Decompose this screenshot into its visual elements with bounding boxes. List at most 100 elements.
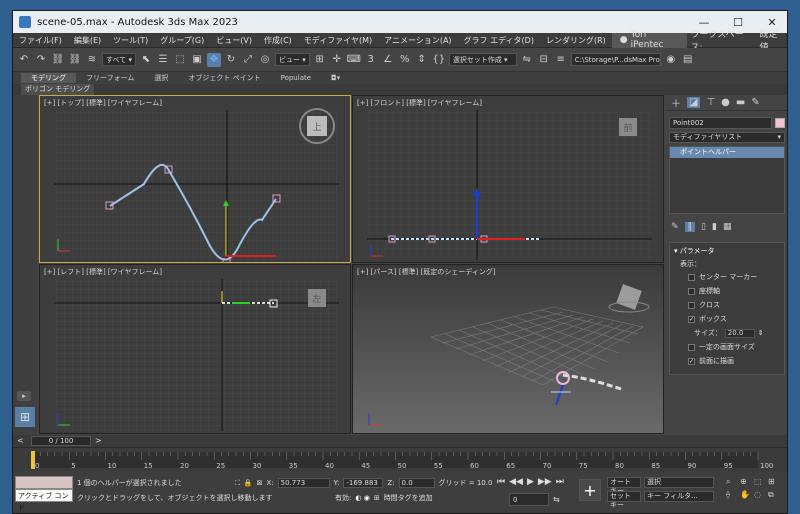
maximize-viewport-icon[interactable]: ⧉ <box>768 490 779 500</box>
tab-modeling[interactable]: モデリング <box>21 73 76 83</box>
spinner-snap-icon[interactable]: ⇕ <box>415 53 429 67</box>
menu-create[interactable]: 作成(C) <box>258 35 298 46</box>
maxscript-output[interactable] <box>15 476 73 489</box>
absolute-mode-icon[interactable]: ⊠ <box>257 479 263 487</box>
select-by-name-icon[interactable]: ☰ <box>156 53 170 67</box>
keyboard-shortcut-icon[interactable]: ⌨ <box>347 53 361 67</box>
set-key-button[interactable]: セット キー <box>607 491 641 509</box>
tab-populate[interactable]: Populate <box>271 74 321 82</box>
viewport-front-label[interactable]: [+] [フロント] [標準] [ワイヤフレーム] <box>357 98 482 108</box>
rect-select-icon[interactable]: ⬚ <box>173 53 187 67</box>
menu-file[interactable]: ファイル(F) <box>13 35 68 46</box>
track-bar[interactable]: 0 5 10 15 20 25 30 35 40 45 50 55 60 65 70 75 80 85 90 95 10… <box>13 447 787 471</box>
selection-filter-dropdown[interactable]: すべて ▾ <box>102 53 136 66</box>
manipulate-icon[interactable]: ✛ <box>330 53 344 67</box>
menu-animation[interactable]: アニメーション(A) <box>378 35 457 46</box>
command-line[interactable]: アクティブ コンド <box>15 489 73 512</box>
modifier-list-dropdown[interactable]: モディファイヤリスト ▾ <box>669 132 785 143</box>
x-coordinate-field[interactable]: 50.773 <box>277 478 330 488</box>
viewport-perspective-label[interactable]: [+] [パース] [標準] [既定のシェーディング] <box>357 267 496 277</box>
go-to-start-icon[interactable]: ⏮ <box>497 477 505 487</box>
go-to-end-icon[interactable]: ⏭ <box>556 477 564 487</box>
key-mode-icon[interactable]: ⇆ <box>553 495 560 504</box>
center-marker-checkbox[interactable]: センター マーカー <box>688 272 780 282</box>
object-name-field[interactable]: Point002 <box>669 117 772 129</box>
user-account[interactable]: ● Tori iPentec <box>611 30 687 50</box>
pin-stack-icon[interactable]: ✎ <box>671 222 679 232</box>
show-end-result-icon[interactable]: ‖ <box>684 222 696 232</box>
rotate-icon[interactable]: ↻ <box>224 53 238 67</box>
draw-on-top-checkbox[interactable]: ✓ 前面に描画 <box>688 356 780 366</box>
auto-key-button[interactable]: オート キー <box>607 477 641 495</box>
tab-object-paint[interactable]: オブジェクト ペイント <box>178 73 270 83</box>
stack-item-point-helper[interactable]: ポイントヘルパー <box>670 147 784 158</box>
mirror-icon[interactable]: ⇋ <box>520 53 534 67</box>
viewcube-top[interactable]: 上 <box>312 122 321 133</box>
reference-coord-dropdown[interactable]: ビュー ▾ <box>274 53 310 66</box>
make-unique-icon[interactable]: ▯ <box>701 222 706 232</box>
snap-3d-icon[interactable]: 3 <box>364 53 378 67</box>
viewport-perspective[interactable]: [+] [パース] [標準] [既定のシェーディング] <box>352 264 664 434</box>
zoom-all-icon[interactable]: ⊕ <box>740 477 751 487</box>
fov-icon[interactable]: ⟠ <box>726 490 737 500</box>
next-frame-icon[interactable]: > <box>95 436 102 445</box>
axis-tripod-checkbox[interactable]: 座標軸 <box>688 286 780 296</box>
menu-group[interactable]: グループ(G) <box>154 35 210 46</box>
display-tab-icon[interactable]: ▬ <box>736 97 745 108</box>
y-coordinate-field[interactable]: -169.883 <box>343 478 384 488</box>
viewport-top[interactable]: [+] [トップ] [標準] [ワイヤフレーム] 上 <box>39 95 351 263</box>
modify-tab-icon[interactable]: ◪ <box>687 97 701 108</box>
selection-set-dropdown[interactable]: 選択 <box>644 477 714 488</box>
pivot-icon[interactable]: ⊞ <box>313 53 327 67</box>
window-crossing-icon[interactable]: ▣ <box>190 53 204 67</box>
scale-icon[interactable]: ⤢ <box>241 53 255 67</box>
key-filters-button[interactable]: キー フィルタ... <box>644 491 714 502</box>
ribbon-options-icon[interactable]: ◘▾ <box>321 74 350 82</box>
current-frame-marker[interactable] <box>31 451 35 469</box>
time-tag-icon[interactable]: ⊞ <box>374 494 380 502</box>
create-tab-icon[interactable]: ＋ <box>671 95 681 110</box>
viewport-front[interactable]: [+] [フロント] [標準] [ワイヤフレーム] 前 <box>352 95 664 263</box>
named-selection-set-dropdown[interactable]: 選択セット作成 ▾ <box>448 53 517 66</box>
menu-edit[interactable]: 編集(E) <box>68 35 107 46</box>
menu-rendering[interactable]: レンダリング(R) <box>540 35 612 46</box>
zoom-icon[interactable]: ⌕ <box>726 477 737 487</box>
lock-icon[interactable]: 🔒 <box>244 479 253 487</box>
material-editor-icon[interactable]: ◉ <box>664 53 678 67</box>
next-key-icon[interactable]: ▶▶ <box>538 477 552 487</box>
viewport-left[interactable]: [+] [レフト] [標準] [ワイヤフレーム] 左 <box>39 264 351 434</box>
spinner-icon[interactable]: ⇕ <box>758 329 764 337</box>
percent-snap-icon[interactable]: % <box>398 53 412 67</box>
orbit-icon[interactable]: ◌ <box>754 490 765 500</box>
box-checkbox[interactable]: ✓ ボックス <box>688 314 780 324</box>
menu-graph-editors[interactable]: グラフ エディタ(D) <box>458 35 540 46</box>
object-color-swatch[interactable] <box>775 118 785 128</box>
align-icon[interactable]: ⊟ <box>537 53 551 67</box>
viewport-top-label[interactable]: [+] [トップ] [標準] [ワイヤフレーム] <box>44 98 162 108</box>
hierarchy-tab-icon[interactable]: ⊤ <box>706 97 715 108</box>
enable-toggle-icon[interactable]: ◐ ◉ <box>355 494 369 502</box>
link-icon[interactable]: ⛓ <box>51 53 65 67</box>
z-coordinate-field[interactable]: 0.0 <box>398 478 435 488</box>
configure-sets-icon[interactable]: ▦ <box>723 222 732 232</box>
layer-icon[interactable]: ≡ <box>554 53 568 67</box>
tab-freeform[interactable]: フリーフォーム <box>76 73 144 83</box>
edit-named-sets-icon[interactable]: {} <box>432 53 446 67</box>
time-slider[interactable]: 0 / 100 <box>31 436 91 446</box>
remove-modifier-icon[interactable]: ▮ <box>712 222 717 232</box>
prev-key-icon[interactable]: ◀◀ <box>509 477 523 487</box>
pan-icon[interactable]: ✋ <box>740 490 751 500</box>
menu-view[interactable]: ビュー(V) <box>210 35 258 46</box>
menu-tools[interactable]: ツール(T) <box>107 35 154 46</box>
motion-tab-icon[interactable]: ● <box>721 97 730 108</box>
viewcube-left[interactable]: 左 <box>312 293 321 305</box>
expand-layout-icon[interactable]: ▸ <box>17 391 31 401</box>
layout-grid-icon[interactable]: ⊞ <box>15 407 35 427</box>
set-key-plus-button[interactable]: + <box>579 479 601 501</box>
redo-icon[interactable]: ↷ <box>34 53 48 67</box>
play-icon[interactable]: ▶ <box>527 477 534 487</box>
select-object-icon[interactable]: ⬉ <box>139 53 153 67</box>
placement-icon[interactable]: ◎ <box>258 53 272 67</box>
maxscript-listener[interactable]: アクティブ コンド <box>15 476 73 512</box>
render-setup-icon[interactable]: ▤ <box>681 53 695 67</box>
